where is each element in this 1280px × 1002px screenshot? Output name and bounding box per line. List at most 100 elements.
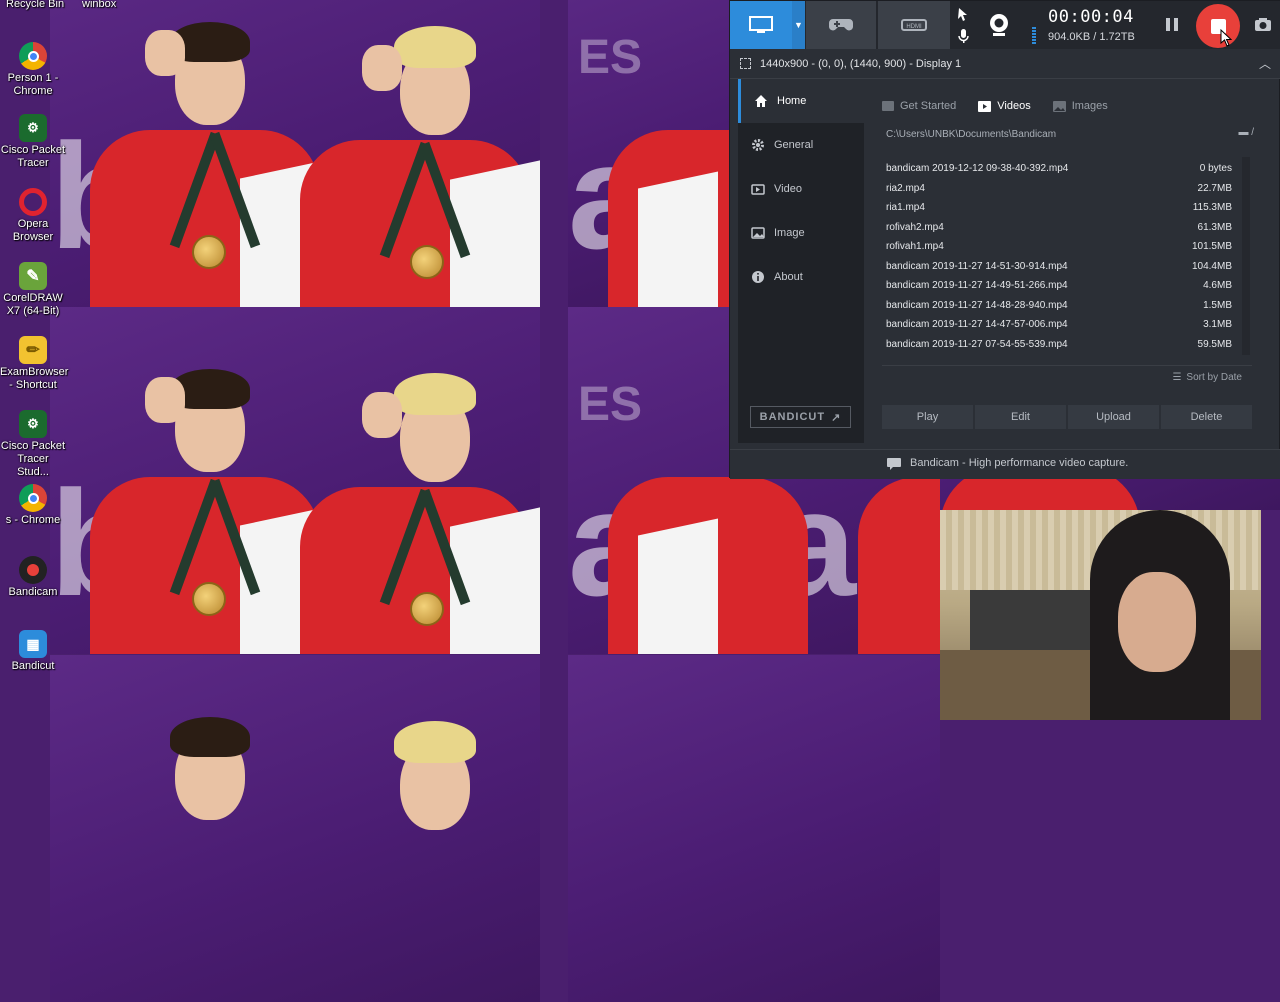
file-name: rofivah2.mp4: [886, 221, 944, 233]
region-icon: [740, 58, 751, 69]
desktop-icon-chrome-person1[interactable]: Person 1 - Chrome: [0, 42, 66, 98]
file-name: bandicam 2019-11-27 14-51-30-914.mp4: [886, 260, 1068, 272]
hdmi-icon: HDMI: [901, 19, 927, 31]
tab-label: Videos: [997, 100, 1031, 112]
list-item[interactable]: bandicam 2019-11-27 14-48-28-940.mp4 1.5M…: [886, 296, 1232, 316]
desktop-icon-label: Opera Browser: [12, 218, 54, 243]
play-button[interactable]: Play: [882, 405, 973, 429]
capture-target-bar: 1440x900 - (0, 0), (1440, 900) - Display…: [730, 49, 1280, 79]
file-size: 0 bytes: [1199, 163, 1232, 175]
tab-videos[interactable]: Videos: [978, 97, 1031, 115]
video-icon: [978, 100, 992, 112]
footer-text: Bandicam - High performance video captur…: [910, 457, 1129, 469]
desktop-icon-bandicam[interactable]: Bandicam: [0, 556, 66, 599]
chevron-down-icon[interactable]: ▼: [792, 1, 805, 49]
file-name: bandicam 2019-11-27 07-54-55-539.mp4: [886, 338, 1068, 350]
desktop-icon-opera[interactable]: Opera Browser: [0, 188, 66, 244]
bandicut-icon: ▦: [19, 630, 47, 658]
recycle-bin-label[interactable]: Recycle Bin: [6, 0, 64, 10]
pause-icon[interactable]: [1166, 18, 1178, 31]
bandicut-button[interactable]: BANDICUT ↗: [750, 406, 851, 428]
file-list: bandicam 2019-12-12 09-38-40-392.mp4 0 by…: [886, 159, 1232, 354]
cisco-icon: ⚙: [19, 410, 47, 438]
external-link-icon: ↗: [831, 411, 842, 424]
list-item[interactable]: rofivah2.mp4 61.3MB: [886, 218, 1232, 238]
file-size: 101.5MB: [1191, 241, 1232, 253]
video-icon: [750, 181, 766, 197]
sidebar-item-video[interactable]: Video: [738, 167, 864, 211]
edit-button[interactable]: Edit: [975, 405, 1066, 429]
list-item[interactable]: rofivah1.mp4 101.5MB: [886, 237, 1232, 257]
delete-button[interactable]: Delete: [1161, 405, 1252, 429]
file-size: 3.1MB: [1203, 319, 1232, 331]
desktop-icon-label: CorelDRAW X7 (64-Bit): [3, 292, 63, 317]
sidebar: Home General Video Image About BANDICUT …: [738, 79, 864, 443]
wallpaper-tile: bar: [50, 0, 540, 307]
wallpaper-tile: [50, 655, 540, 1002]
coreldraw-icon: ✎: [19, 262, 47, 290]
desktop-icon-exambrowser[interactable]: ✏ ExamBrowser - Shortcut: [0, 336, 68, 392]
desktop-icon-chrome-s[interactable]: s - Chrome: [0, 484, 66, 527]
game-record-mode-button[interactable]: [806, 1, 876, 49]
screen-record-mode-button[interactable]: [730, 1, 792, 49]
sidebar-item-label: Image: [774, 227, 805, 239]
camera-icon[interactable]: [1254, 17, 1272, 37]
chat-icon: [887, 457, 901, 475]
list-item[interactable]: bandicam 2019-11-27 14-49-51-266.mp4 4.6M…: [886, 276, 1232, 296]
list-item[interactable]: bandicam 2019-11-27 14-51-30-914.mp4 104.…: [886, 257, 1232, 277]
sidebar-item-label: Video: [774, 183, 802, 195]
tab-label: Get Started: [900, 100, 957, 112]
desktop-icons: Recycle Bin winbox Person 1 - Chrome ⚙ C…: [0, 0, 116, 720]
stop-record-button[interactable]: [1196, 4, 1240, 48]
sidebar-item-general[interactable]: General: [738, 123, 864, 167]
chrome-icon: [19, 42, 47, 70]
audio-level-meter: [1032, 27, 1036, 45]
file-list-scrollbar[interactable]: [1242, 157, 1250, 355]
folder-icon[interactable]: ▬ /: [1238, 127, 1254, 138]
desktop-icon-bandicut[interactable]: ▦ Bandicut: [0, 630, 66, 673]
list-item[interactable]: bandicam 2019-11-27 07-54-55-539.mp4 59.5…: [886, 335, 1232, 355]
winbox-label[interactable]: winbox: [82, 0, 116, 10]
capture-target-text: 1440x900 - (0, 0), (1440, 900) - Display…: [760, 58, 962, 70]
cursor-toggle-icon[interactable]: [956, 7, 970, 28]
gear-icon: [750, 137, 766, 153]
list-item[interactable]: ria1.mp4 115.3MB: [886, 198, 1232, 218]
desktop-icon-cisco-student[interactable]: ⚙ Cisco Packet Tracer Stud...: [0, 410, 66, 479]
tab-get-started[interactable]: Get Started: [882, 97, 956, 115]
recording-timer: 00:00:04: [1048, 7, 1134, 27]
monitor-icon: [749, 16, 773, 33]
folder-path-suffix: /: [1251, 127, 1254, 138]
collapse-chevron-icon[interactable]: ︿: [1259, 55, 1271, 72]
sidebar-item-label: About: [774, 271, 803, 283]
tab-images[interactable]: Images: [1052, 97, 1108, 115]
desktop-icon-label: Cisco Packet Tracer: [0, 144, 66, 169]
webcam-icon[interactable]: [988, 13, 1010, 42]
file-name: rofivah1.mp4: [886, 241, 944, 253]
hdmi-record-mode-button[interactable]: HDMI: [878, 1, 950, 49]
recording-size: 904.0KB / 1.72TB: [1048, 31, 1135, 43]
upload-button[interactable]: Upload: [1068, 405, 1159, 429]
list-item[interactable]: bandicam 2019-11-27 14-47-57-006.mp4 3.1M…: [886, 315, 1232, 335]
bandicam-window: ▼ HDMI 00:00:04 904.0KB / 1.72TB 1440x90…: [729, 0, 1280, 479]
sidebar-item-label: Home: [777, 95, 807, 107]
list-item[interactable]: bandicam 2019-12-12 09-38-40-392.mp4 0 by…: [886, 159, 1232, 179]
tab-bar: Get Started Videos Images: [882, 97, 1130, 115]
desktop-icon-coreldraw[interactable]: ✎ CorelDRAW X7 (64-Bit): [0, 262, 66, 318]
sidebar-item-about[interactable]: About: [738, 255, 864, 299]
file-size: 4.6MB: [1203, 280, 1232, 292]
sort-by-date-button[interactable]: ☰ Sort by Date: [1172, 372, 1242, 383]
file-size: 115.3MB: [1192, 202, 1232, 214]
sidebar-item-image[interactable]: Image: [738, 211, 864, 255]
bandicam-toolbar: ▼ HDMI 00:00:04 904.0KB / 1.72TB: [730, 1, 1280, 49]
info-icon: [750, 269, 766, 285]
desktop-icon-label: Person 1 - Chrome: [7, 72, 59, 97]
desktop-icon-label: Bandicut: [11, 660, 55, 672]
output-folder-path[interactable]: C:\Users\UNBK\Documents\Bandicam: [886, 129, 1056, 140]
desktop-icon-cisco[interactable]: ⚙ Cisco Packet Tracer: [0, 114, 66, 170]
microphone-icon[interactable]: [956, 28, 970, 49]
desktop-icon-label: s - Chrome: [5, 514, 61, 526]
tab-label: Images: [1071, 100, 1108, 112]
sidebar-item-home[interactable]: Home: [738, 79, 864, 123]
wallpaper-tile: bar: [50, 307, 540, 654]
list-item[interactable]: ria2.mp4 22.7MB: [886, 179, 1232, 199]
